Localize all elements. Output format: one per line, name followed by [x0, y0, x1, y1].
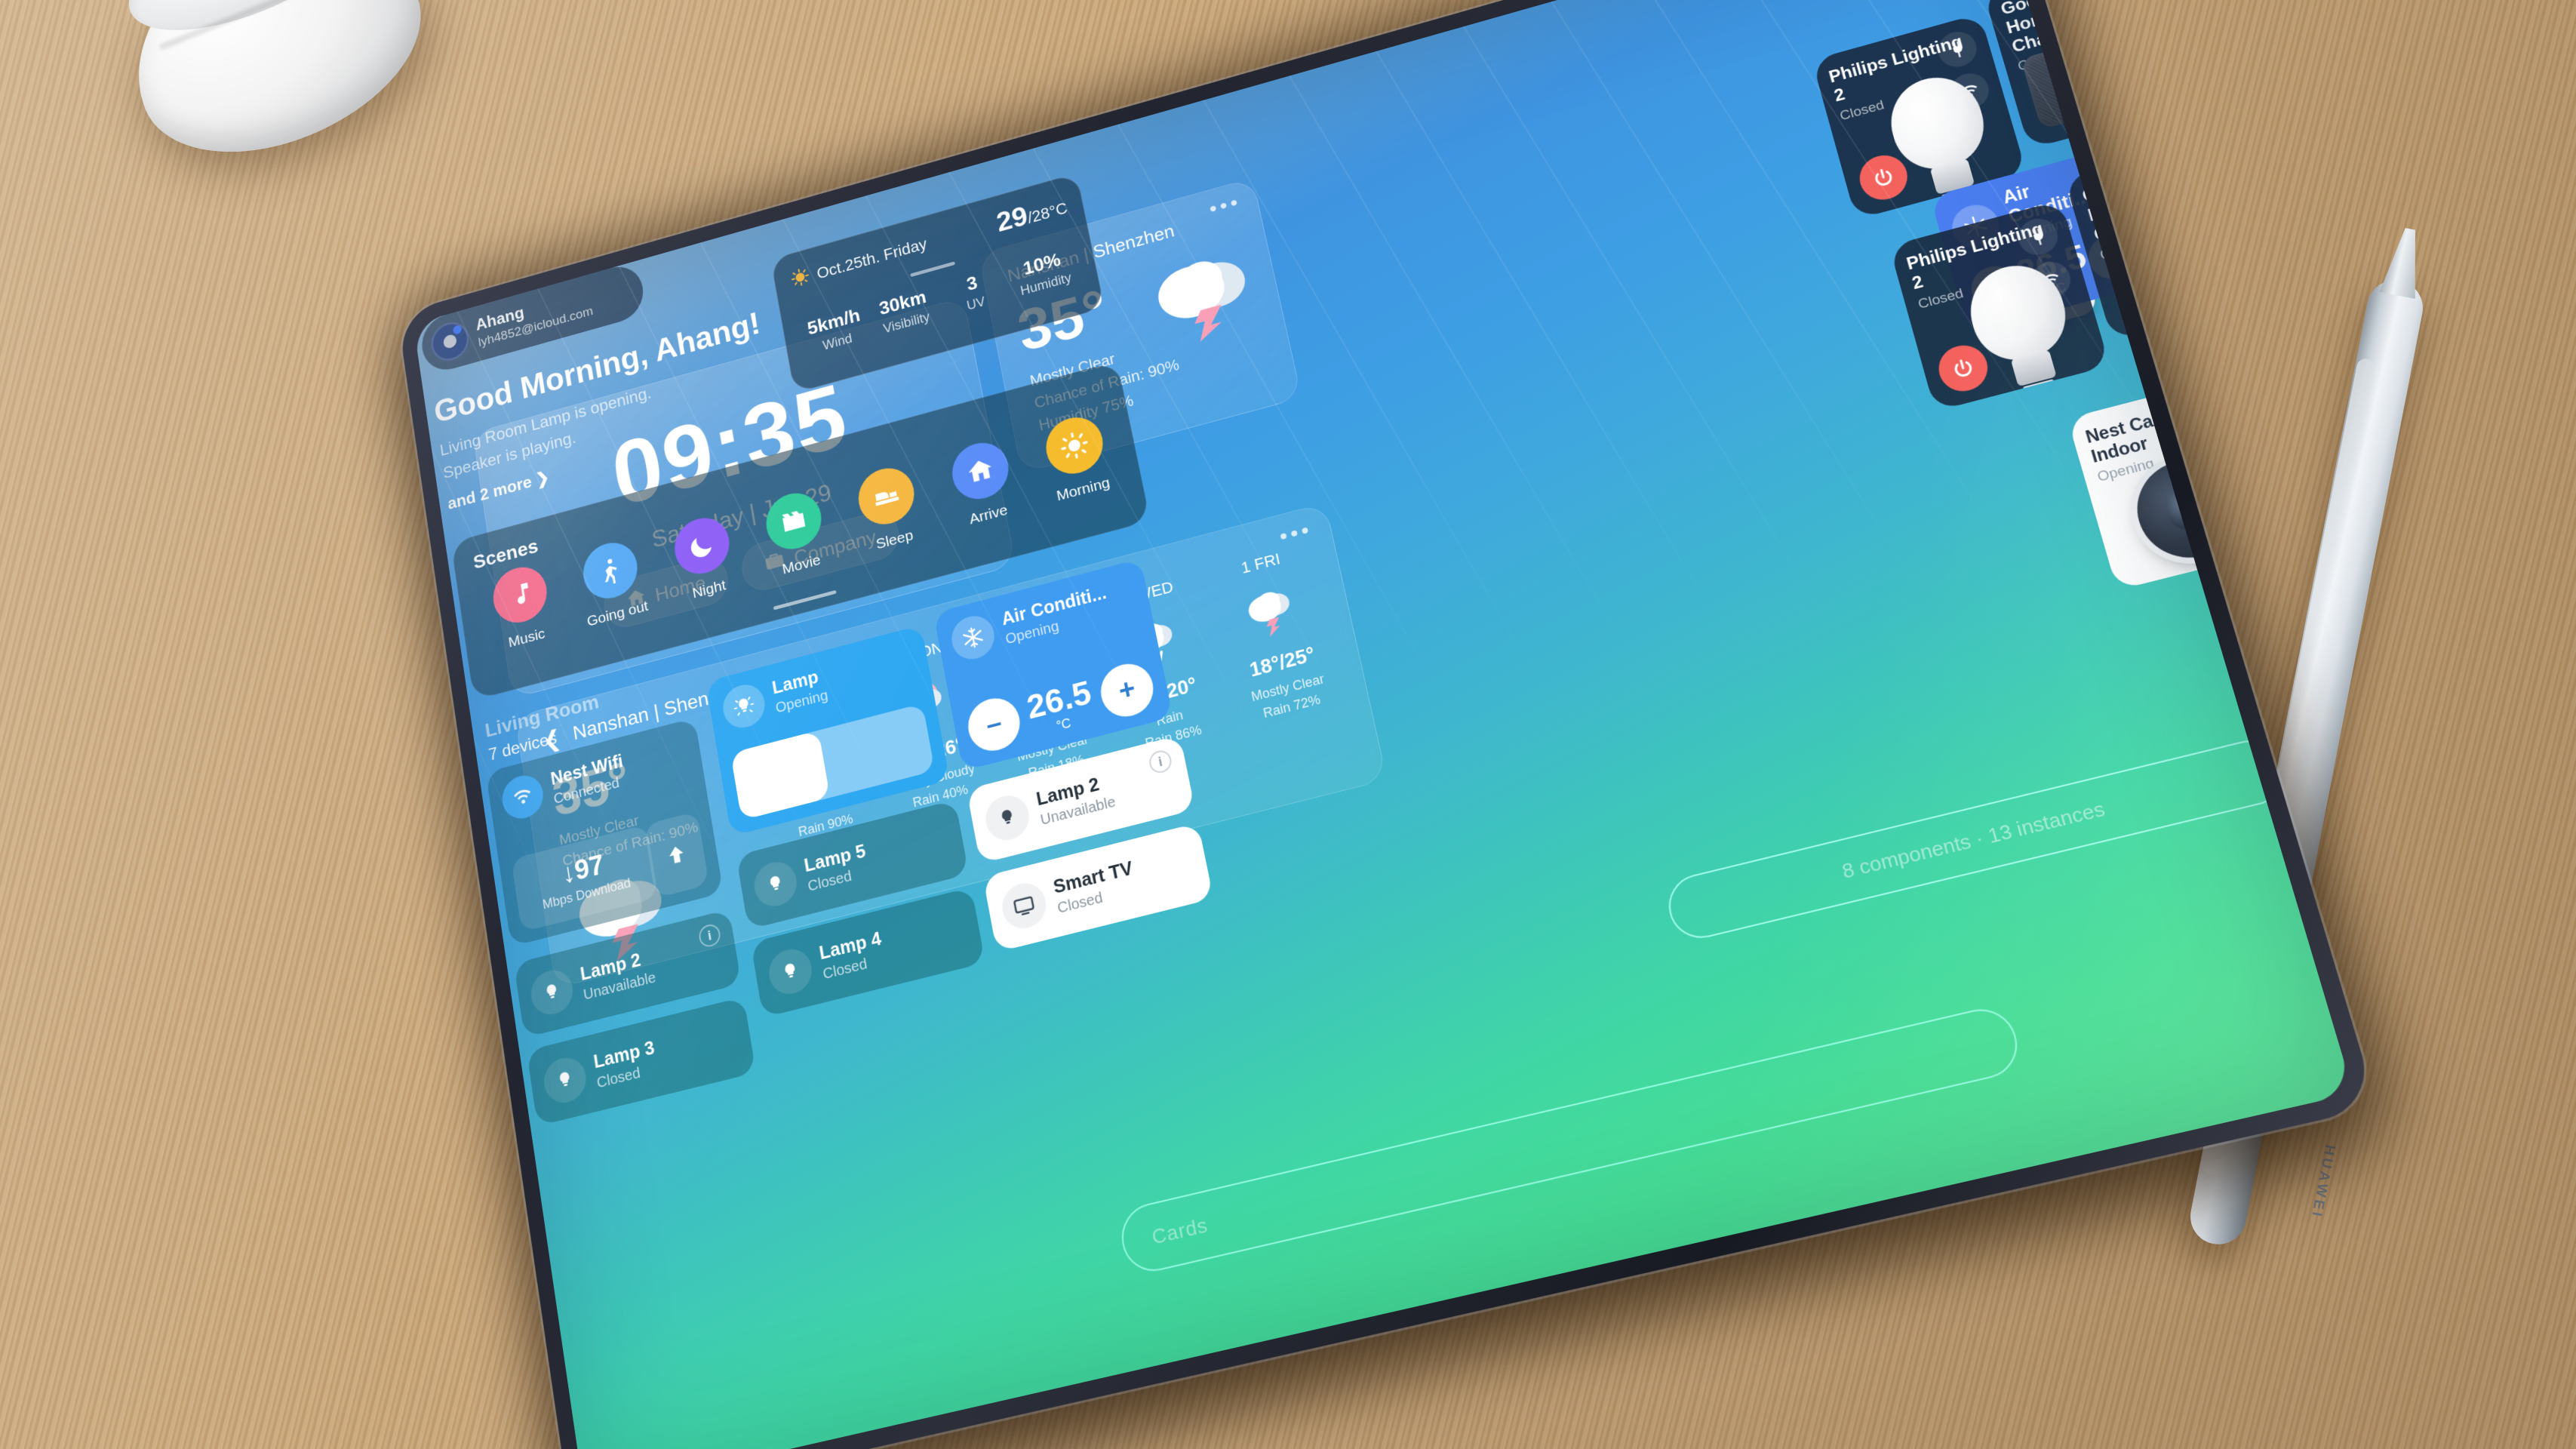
ac2-temperature: 26.5 °C — [2012, 237, 2095, 306]
hub-weather-date-group: Oct.25th. Friday — [790, 233, 929, 292]
scene-music[interactable]: Music — [475, 557, 570, 658]
wifi-icon[interactable] — [2026, 257, 2076, 303]
ac-temp-value: 26.5 — [2012, 237, 2090, 291]
weather-stat-wind: 5km/h Wind — [798, 303, 873, 360]
forecast-more-dots[interactable] — [1280, 527, 1309, 540]
clapper-icon — [761, 487, 826, 555]
sun-icon — [790, 266, 811, 292]
ac-decrease-button[interactable]: – — [1966, 260, 2024, 315]
bulb-photo — [1960, 255, 2086, 404]
weather-stat-visibility: 30km Visibility — [866, 283, 942, 340]
tile-lamp-2-white-text: Lamp 2 Unavailable — [1034, 772, 1117, 829]
weather-stat-humidity: 10% Humidity — [1005, 245, 1083, 302]
scene-label: Sleep — [875, 527, 915, 553]
moon-icon — [670, 512, 733, 580]
hub-weather-temp: 29/28°C — [994, 189, 1069, 238]
scene-label: Going out — [586, 598, 650, 630]
scene-label: Movie — [781, 552, 822, 578]
tile-lamp-5-text: Lamp 5 Closed — [803, 841, 871, 895]
ac-temp-unit: °C — [2022, 272, 2095, 306]
walking-icon — [579, 536, 642, 605]
tile-name: Smart TV — [1051, 857, 1135, 899]
bulb-icon — [765, 944, 816, 999]
edit-button[interactable]: EDIT — [2012, 281, 2099, 332]
bulb-photo — [1880, 67, 2003, 211]
philips2-badges — [2014, 214, 2076, 303]
scene-movie[interactable]: Movie — [746, 483, 846, 585]
cards-label: Cards — [1149, 1212, 1210, 1249]
components-outline-annotation: 8 components · 13 instances — [1661, 734, 2293, 945]
tv-icon — [998, 878, 1050, 934]
scene-label: Morning — [1055, 474, 1111, 505]
tile-lamp-4-text: Lamp 4 Closed — [818, 928, 887, 983]
bulb-icon — [751, 857, 801, 911]
info-icon[interactable]: i — [697, 922, 722, 949]
music-note-icon — [489, 561, 551, 629]
hub-weather-divider — [910, 261, 956, 278]
bulb-icon — [528, 965, 576, 1020]
home-icon — [947, 436, 1013, 506]
device-card-philips-lighting-2-b[interactable]: Philips Lighting 2 Closed — [1889, 199, 2110, 412]
tile-ac-text: Air Conditi... Opening — [1000, 583, 1111, 648]
bed-icon — [854, 462, 919, 531]
tile-nest-wifi-text: Nest Wifi Connected — [549, 752, 627, 808]
scene-sleep[interactable]: Sleep — [838, 457, 939, 559]
device-card-philips-lighting-2[interactable]: Philips Lighting 2 Closed — [1812, 13, 2027, 220]
scene-arrive[interactable]: Arrive — [931, 432, 1034, 535]
plug-icon[interactable] — [2014, 214, 2063, 260]
scene-going-out[interactable]: Going out — [564, 532, 661, 633]
components-count-label: 8 components · 13 instances — [1839, 796, 2107, 883]
cloud-lightning-icon — [1144, 238, 1268, 355]
scene-label: Music — [507, 625, 546, 651]
tile-lamp-2-text: Lamp 2 Unavailable — [579, 948, 656, 1004]
sun-icon — [1041, 411, 1108, 481]
bulb-icon — [541, 1053, 589, 1107]
hub-weather-temp-high: 29 — [994, 201, 1031, 238]
tile-state: Closed — [1056, 889, 1105, 917]
philips2-text: Philips Lighting 2 Closed — [1889, 200, 2086, 328]
lamp-brightness-fill — [730, 730, 831, 820]
info-icon[interactable]: i — [1147, 748, 1174, 776]
weather-stat-uv: 3 UV — [936, 264, 1013, 321]
widget-more-dots[interactable] — [1210, 199, 1237, 213]
tile-lamp-3-text: Lamp 3 Closed — [592, 1038, 659, 1092]
tile-lamp-text: Lamp Opening — [770, 666, 829, 717]
arrow-up-icon[interactable] — [644, 811, 709, 899]
device-state: Closed — [1916, 285, 1966, 312]
bulb-icon — [982, 791, 1033, 845]
bulb-icon — [720, 680, 768, 733]
scene-label: Arrive — [967, 501, 1010, 528]
power-icon[interactable] — [1933, 340, 1993, 397]
scene-morning[interactable]: Morning — [1025, 407, 1130, 509]
tile-ac-header: Air Conditi... Opening — [948, 574, 1139, 664]
ac-increase-button[interactable]: + — [1096, 658, 1158, 723]
wifi-icon — [500, 771, 546, 823]
scene-label: Night — [691, 577, 727, 602]
scene-night[interactable]: Night — [655, 508, 753, 610]
ac-decrease-button[interactable]: – — [964, 692, 1025, 757]
snowflake-icon — [948, 611, 998, 664]
ac-temperature: 26.5 °C — [1024, 673, 1097, 740]
hub-weather-temp-rest: /28°C — [1025, 198, 1069, 227]
avatar-icon — [429, 317, 472, 365]
